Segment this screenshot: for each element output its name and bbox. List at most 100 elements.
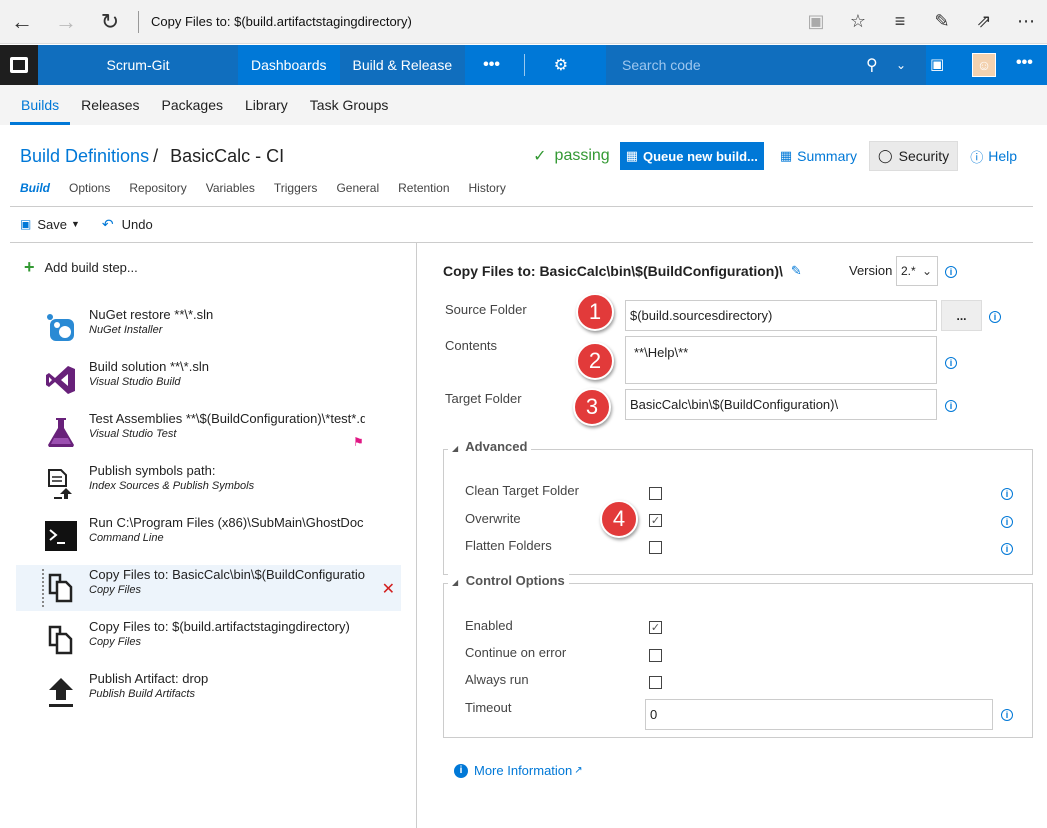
refresh-icon[interactable]: ↻ [88,0,132,44]
enabled-checkbox[interactable]: ✓ [649,621,662,634]
summary-button[interactable]: ▦ Summary [772,148,865,164]
subnav-packages[interactable]: Packages [151,85,234,125]
tab-variables[interactable]: Variables [206,181,255,195]
more-information-link[interactable]: i More Information ↗ [454,763,583,778]
tab-triggers[interactable]: Triggers [274,181,318,195]
task-editor-panel: Copy Files to: BasicCalc\bin\$(BuildConf… [418,243,1047,828]
add-build-step-button[interactable]: + Add build step... [24,257,138,278]
info-icon[interactable]: i [1001,516,1013,528]
web-note-icon[interactable]: ✎ [921,0,963,44]
address-bar[interactable]: Copy Files to: $(build.artifactstagingdi… [151,14,795,29]
command-line-icon [44,519,78,553]
step-name: Publish symbols path: [89,463,216,478]
tab-history[interactable]: History [469,181,506,195]
step-name: Test Assemblies **\$(BuildConfiguration)… [89,411,365,426]
control-options-header[interactable]: ◢ Control Options [448,573,569,588]
build-step-copy-files-selected[interactable]: Copy Files to: BasicCalc\bin\$(BuildConf… [16,565,401,611]
flatten-folders-checkbox[interactable] [649,541,662,554]
title-row: Build Definitions / BasicCalc - CI ✓ pas… [20,141,1035,171]
chevron-down-icon[interactable]: ⌄ [896,58,926,72]
step-type: Index Sources & Publish Symbols [89,480,255,492]
info-icon[interactable]: i [945,266,957,278]
overwrite-checkbox[interactable]: ✓ [649,514,662,527]
hub-more[interactable]: ••• [465,45,518,85]
search-icon[interactable]: ⚲ [866,55,896,75]
version-select[interactable]: 2.* ⌄ [896,256,938,286]
flag-icon: ⚑ [353,435,364,449]
save-button[interactable]: ▣ Save ▼ [20,217,80,232]
header-separator [523,54,525,76]
avatar[interactable]: ☺ [972,53,996,77]
source-folder-label: Source Folder [445,302,527,317]
info-icon[interactable]: i [1001,709,1013,721]
subnav-task-groups[interactable]: Task Groups [299,85,400,125]
tab-general[interactable]: General [336,181,379,195]
subnav-releases[interactable]: Releases [70,85,150,125]
subnav-library[interactable]: Library [234,85,299,125]
info-icon[interactable]: i [945,357,957,369]
chevron-down-icon: ▼ [70,219,80,229]
step-type: Command Line [89,532,164,544]
marketplace-bag-icon[interactable]: ▣ [930,55,944,73]
security-button[interactable]: ◯ Security [869,141,959,171]
callout-badge-3: 3 [573,388,611,426]
vsts-logo-icon[interactable] [0,45,38,85]
info-icon[interactable]: i [1001,543,1013,555]
task-title: Copy Files to: BasicCalc\bin\$(BuildConf… [443,263,802,279]
build-step-command-line[interactable]: Run C:\Program Files (x86)\SubMain\Ghost… [16,513,401,559]
tab-options[interactable]: Options [69,181,110,195]
build-step-nuget[interactable]: NuGet restore **\*.sln NuGet Installer [16,305,401,351]
search-input[interactable]: Search code [622,57,866,73]
undo-button[interactable]: ↶ Undo [102,216,153,233]
settings-gear-icon[interactable]: ⚙ [531,55,591,75]
source-folder-input[interactable]: $(build.sourcesdirectory) [625,300,937,331]
share-icon[interactable]: ⇗ [963,0,1005,44]
collapse-triangle-icon: ◢ [452,578,459,587]
forward-icon[interactable]: → [44,0,88,44]
tab-retention[interactable]: Retention [398,181,449,195]
external-link-icon: ↗ [574,765,583,776]
plus-icon: + [24,257,35,277]
browse-button[interactable]: ... [941,300,982,331]
step-type: Copy Files [89,584,141,596]
info-icon[interactable]: i [945,400,957,412]
hub-icon[interactable]: ≡ [879,0,921,44]
build-step-publish-artifact[interactable]: Publish Artifact: drop Publish Build Art… [16,669,401,715]
clean-target-checkbox[interactable] [649,487,662,500]
advanced-section-header[interactable]: ◢ Advanced [448,439,532,454]
breadcrumb-build-definitions[interactable]: Build Definitions [20,146,149,167]
always-run-label: Always run [465,672,529,687]
build-step-vs-build[interactable]: Build solution **\*.sln Visual Studio Bu… [16,357,401,403]
back-icon[interactable]: ← [0,0,44,44]
tab-build[interactable]: Build [20,181,50,195]
favorite-star-icon[interactable]: ☆ [837,0,879,44]
info-icon[interactable]: i [1001,488,1013,500]
queue-new-build-button[interactable]: ▦ Queue new build... [619,142,764,170]
search-box[interactable]: Search code ⚲ ⌄ [606,45,926,85]
help-button[interactable]: ⓘ Help [962,147,1025,166]
reading-view-icon[interactable]: ▣ [795,0,837,44]
divider [10,206,1033,207]
build-step-publish-symbols[interactable]: Publish symbols path: Index Sources & Pu… [16,461,401,507]
undo-icon: ↶ [101,215,114,232]
subnav-builds[interactable]: Builds [10,85,71,125]
target-folder-input[interactable]: BasicCalc\bin\$(BuildConfiguration)\ [625,389,937,420]
build-step-vs-test[interactable]: Test Assemblies **\$(BuildConfiguration)… [16,409,401,455]
continue-on-error-checkbox[interactable] [649,649,662,662]
hub-dashboards[interactable]: Dashboards [238,45,340,85]
contents-textarea[interactable]: **\Help\** [625,336,937,384]
clean-target-label: Clean Target Folder [465,483,579,498]
more-icon[interactable]: ⋯ [1005,0,1047,44]
more-actions-icon[interactable]: ••• [1016,54,1033,72]
pencil-edit-icon[interactable]: ✎ [791,263,802,279]
hub-build-release[interactable]: Build & Release [339,45,466,85]
timeout-input[interactable]: 0 [645,699,993,730]
remove-step-icon[interactable]: ✕ [382,579,395,599]
build-step-copy-files[interactable]: Copy Files to: $(build.artifactstagingdi… [16,617,401,663]
definition-tabs: Build Options Repository Variables Trigg… [20,178,525,198]
project-name[interactable]: Scrum-Git [38,45,238,85]
always-run-checkbox[interactable] [649,676,662,689]
info-icon[interactable]: i [989,311,1001,323]
tab-repository[interactable]: Repository [129,181,186,195]
copy-files-icon [44,623,78,657]
